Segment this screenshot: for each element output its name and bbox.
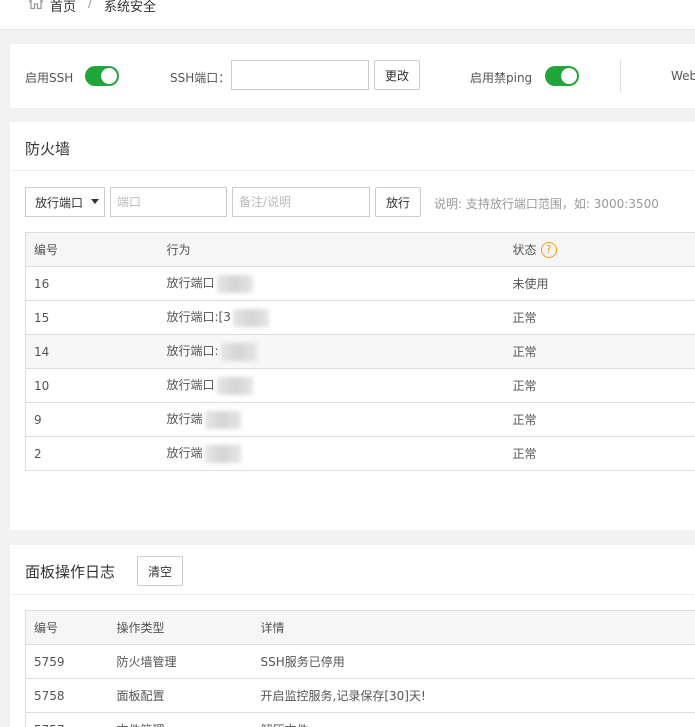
ssh-label: 启用SSH: [25, 71, 74, 85]
rule-id: 15: [25, 300, 159, 335]
table-row: 14 放行端口: 正常: [25, 334, 695, 369]
breadcrumb: 首页 / 系统安全: [0, 0, 695, 30]
rule-id: 14: [25, 334, 159, 369]
ssh-settings-panel: 启用SSH SSH端口： 更改 启用禁ping Web: [10, 44, 695, 108]
port-input[interactable]: [110, 187, 227, 217]
firewall-panel: 防火墙 放行端口 放行 说明: 支持放行端口范围，如: 3000:3500 编号…: [10, 122, 695, 530]
log-table: 编号 操作类型 详情 5759 防火墙管理 SSH服务已停用 5758 面板配置…: [25, 610, 695, 727]
divider: [620, 60, 621, 92]
change-port-button[interactable]: 更改: [374, 60, 420, 90]
ping-toggle[interactable]: [545, 66, 579, 86]
table-row: 10 放行端口 正常: [25, 368, 695, 403]
rule-id: 10: [25, 368, 159, 403]
log-detail: 解压文件: [252, 712, 695, 727]
firewall-tip: 说明: 支持放行端口范围，如: 3000:3500: [434, 197, 659, 211]
rule-type-select[interactable]: 放行端口: [25, 187, 105, 217]
table-row: 5758 面板配置 开启监控服务,记录保存[30]天!: [25, 678, 695, 713]
breadcrumb-separator: /: [88, 0, 93, 11]
rule-status: 正常: [504, 300, 695, 335]
rule-action: 放行端: [158, 436, 505, 471]
web-label: Web: [671, 69, 695, 83]
help-icon[interactable]: ?: [540, 242, 557, 259]
clear-log-button[interactable]: 清空: [137, 556, 183, 586]
divider: [10, 170, 695, 171]
allow-button[interactable]: 放行: [375, 187, 421, 217]
firewall-title: 防火墙: [25, 140, 71, 158]
breadcrumb-current: 系统安全: [104, 0, 157, 15]
log-type: 文件管理: [108, 712, 253, 727]
breadcrumb-home[interactable]: 首页: [50, 0, 76, 15]
log-type: 防火墙管理: [108, 644, 253, 679]
ssh-toggle[interactable]: [85, 66, 119, 86]
rule-status: 未使用: [504, 266, 695, 301]
log-detail: 开启监控服务,记录保存[30]天!: [252, 678, 695, 713]
rule-action: 放行端口:: [158, 334, 505, 369]
rule-type-value: 放行端口: [35, 195, 84, 210]
log-detail: SSH服务已停用: [252, 644, 695, 679]
rule-id: 16: [25, 266, 159, 301]
rule-id: 2: [25, 436, 159, 471]
column-header: 操作类型: [108, 610, 253, 645]
log-id: 5757: [25, 712, 109, 727]
rule-status: 正常: [504, 436, 695, 471]
rule-action: 放行端口:[3: [158, 300, 505, 335]
caret-down-icon: [91, 199, 99, 204]
log-id: 5758: [25, 678, 109, 713]
rule-status: 正常: [504, 402, 695, 437]
column-header: 状态?: [504, 232, 695, 267]
rule-action: 放行端口: [158, 266, 505, 301]
ssh-port-input[interactable]: [231, 60, 369, 90]
column-header: 行为: [158, 232, 505, 267]
column-header: 详情: [252, 610, 695, 645]
table-row: 16 放行端口 未使用: [25, 266, 695, 301]
log-type: 面板配置: [108, 678, 253, 713]
table-row: 5757 文件管理 解压文件: [25, 712, 695, 727]
table-header: 编号 操作类型 详情: [25, 610, 695, 645]
ssh-port-label: SSH端口：: [170, 71, 231, 85]
table-row: 15 放行端口:[3 正常: [25, 300, 695, 335]
table-row: 2 放行端 正常: [25, 436, 695, 471]
table-header: 编号 行为 状态?: [25, 232, 695, 267]
rule-status: 正常: [504, 368, 695, 403]
rule-id: 9: [25, 402, 159, 437]
column-header: 编号: [25, 610, 109, 645]
table-row: 9 放行端 正常: [25, 402, 695, 437]
column-header: 编号: [25, 232, 159, 267]
ping-label: 启用禁ping: [470, 71, 533, 85]
operation-log-panel: 面板操作日志 清空 编号 操作类型 详情 5759 防火墙管理 SSH服务已停用…: [10, 545, 695, 727]
divider: [10, 594, 695, 595]
note-input[interactable]: [232, 187, 370, 217]
rule-action: 放行端: [158, 402, 505, 437]
firewall-table: 编号 行为 状态? 16 放行端口 未使用 15 放行端口:[3 正常 14 放…: [25, 232, 695, 471]
table-row: 5759 防火墙管理 SSH服务已停用: [25, 644, 695, 679]
log-id: 5759: [25, 644, 109, 679]
rule-status: 正常: [504, 334, 695, 369]
rule-action: 放行端口: [158, 368, 505, 403]
home-icon[interactable]: [28, 0, 44, 10]
log-title: 面板操作日志: [25, 563, 116, 581]
